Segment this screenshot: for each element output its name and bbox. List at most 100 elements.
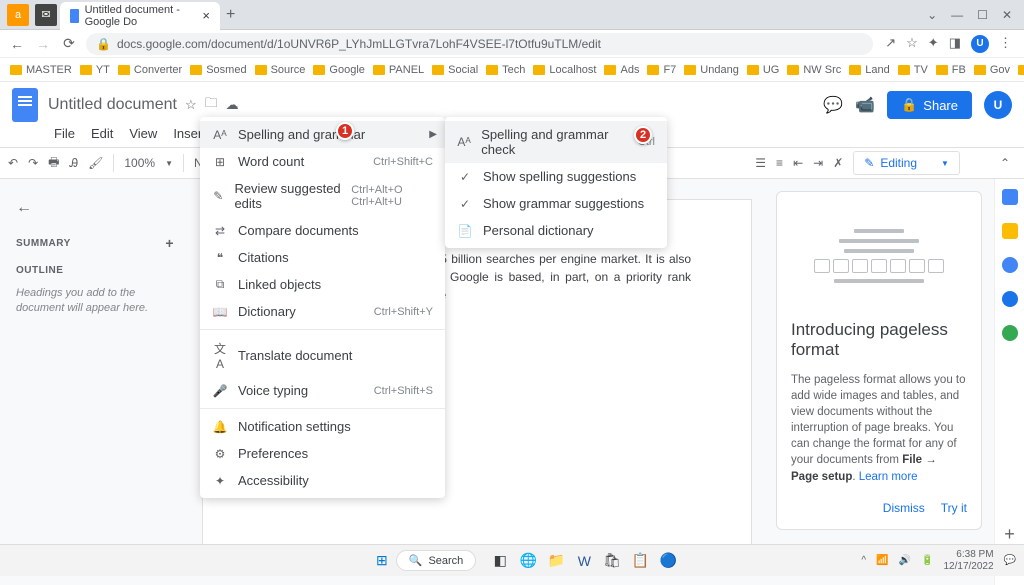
tools-word-count[interactable]: ⊞Word countCtrl+Shift+C <box>200 148 445 175</box>
minimize-icon[interactable]: ⌄ <box>927 8 937 22</box>
maximize-icon[interactable]: ☐ <box>977 8 988 22</box>
menu-file[interactable]: File <box>48 124 81 143</box>
bookmark[interactable]: F7 <box>647 64 676 76</box>
tools-accessibility[interactable]: ✦Accessibility <box>200 467 445 494</box>
store-icon[interactable]: 🛍 <box>602 551 622 571</box>
docs-logo-icon[interactable] <box>12 88 38 122</box>
menu-icon[interactable]: ⋮ <box>999 35 1012 53</box>
share-button[interactable]: 🔒 Share <box>887 91 972 119</box>
address-bar[interactable]: 🔒 docs.google.com/document/d/1oUNVR6P_LY… <box>86 33 873 55</box>
reload-button[interactable]: ⟳ <box>60 35 78 52</box>
bookmark[interactable]: Localhost <box>533 64 596 76</box>
tasks-icon[interactable] <box>1002 257 1018 273</box>
mail-icon[interactable]: ✉ <box>35 4 57 26</box>
taskbar-search[interactable]: 🔍Search <box>396 550 477 571</box>
bookmark[interactable]: TV <box>898 64 928 76</box>
submenu-spellgrammar-check[interactable]: AᴬSpelling and grammar checkCtrl <box>445 121 667 163</box>
submenu-show-spelling[interactable]: ✓Show spelling suggestions <box>445 163 667 190</box>
bookmark[interactable]: Google <box>313 64 364 76</box>
bookmark[interactable]: Land <box>849 64 889 76</box>
volume-icon[interactable]: 🔊 <box>899 555 911 566</box>
amazon-icon[interactable]: a <box>7 4 29 26</box>
paint-icon[interactable]: 🖌 <box>88 156 103 170</box>
add-summary-icon[interactable]: + <box>165 235 174 251</box>
bulleted-icon[interactable]: ☰ <box>755 156 766 170</box>
close-icon[interactable]: × <box>202 8 210 23</box>
battery-icon[interactable]: 🔋 <box>921 555 933 566</box>
browser-tab[interactable]: Untitled document - Google Do × <box>60 2 220 30</box>
chrome-icon[interactable]: 🔵 <box>658 551 678 571</box>
clear-format-icon[interactable]: ✗ <box>833 156 843 170</box>
back-icon[interactable]: ← <box>16 199 174 217</box>
tools-spelling-grammar[interactable]: AᴬSpelling and grammar▶ <box>200 121 445 148</box>
editing-mode[interactable]: ✎ Editing ▼ <box>853 151 960 175</box>
menu-edit[interactable]: Edit <box>85 124 119 143</box>
tray-chevron-icon[interactable]: ^ <box>861 555 866 566</box>
bookmark[interactable]: Undang <box>684 64 739 76</box>
tools-review-edits[interactable]: ✎Review suggested editsCtrl+Alt+O Ctrl+A… <box>200 175 445 217</box>
tools-preferences[interactable]: ⚙Preferences <box>200 440 445 467</box>
bookmark[interactable]: PANEL <box>373 64 424 76</box>
bookmark[interactable]: MASTER <box>10 64 72 76</box>
tools-linked-objects[interactable]: ⧉Linked objects <box>200 271 445 298</box>
forward-button[interactable]: → <box>34 36 52 52</box>
menu-view[interactable]: View <box>123 124 163 143</box>
zoom-select[interactable]: 100% <box>124 156 155 170</box>
notes-icon[interactable]: 📋 <box>630 551 650 571</box>
tools-voice-typing[interactable]: 🎤Voice typingCtrl+Shift+S <box>200 377 445 404</box>
submenu-show-grammar[interactable]: ✓Show grammar suggestions <box>445 190 667 217</box>
bookmark[interactable]: UG <box>747 64 780 76</box>
indent-dec-icon[interactable]: ⇤ <box>793 156 803 170</box>
star-icon[interactable]: ☆ <box>185 97 197 113</box>
tools-translate[interactable]: 文ATranslate document <box>200 334 445 377</box>
edge-icon[interactable]: 🌐 <box>518 551 538 571</box>
notifications-icon[interactable]: 💬 <box>1004 555 1016 566</box>
bookmark[interactable]: Converter <box>118 64 182 76</box>
undo-icon[interactable]: ↶ <box>8 156 18 170</box>
try-it-button[interactable]: Try it <box>941 501 967 515</box>
learn-more-link[interactable]: Learn more <box>859 471 918 483</box>
document-title[interactable]: Untitled document <box>48 96 177 114</box>
keep-icon[interactable] <box>1002 223 1018 239</box>
back-button[interactable]: ← <box>8 36 26 52</box>
indent-inc-icon[interactable]: ⇥ <box>813 156 823 170</box>
tools-notifications[interactable]: 🔔Notification settings <box>200 413 445 440</box>
bookmark[interactable]: NW Src <box>787 64 841 76</box>
taskview-icon[interactable]: ◧ <box>490 551 510 571</box>
add-icon[interactable]: + <box>1004 524 1015 545</box>
bookmark[interactable]: Social <box>432 64 478 76</box>
start-icon[interactable]: ⊞ <box>376 552 388 569</box>
tools-compare[interactable]: ⇄Compare documents <box>200 217 445 244</box>
bookmark[interactable]: FB <box>936 64 966 76</box>
numbered-icon[interactable]: ≡ <box>776 156 783 170</box>
tools-citations[interactable]: ❝Citations <box>200 244 445 271</box>
comments-icon[interactable]: 💬 <box>823 95 843 115</box>
minimize-icon[interactable]: — <box>951 8 963 22</box>
contacts-icon[interactable] <box>1002 291 1018 307</box>
cloud-icon[interactable]: ☁ <box>226 97 239 113</box>
share-icon[interactable]: ↗ <box>885 35 896 53</box>
dismiss-button[interactable]: Dismiss <box>883 501 925 515</box>
bookmark[interactable]: Source <box>255 64 306 76</box>
panel-icon[interactable]: ◨ <box>949 35 961 53</box>
explorer-icon[interactable]: 📁 <box>546 551 566 571</box>
new-tab-button[interactable]: + <box>226 6 235 24</box>
meet-icon[interactable]: 📹 <box>855 95 875 115</box>
word-icon[interactable]: W <box>574 551 594 571</box>
calendar-icon[interactable] <box>1002 189 1018 205</box>
bookmark[interactable]: Sosmed <box>190 64 246 76</box>
bookmark[interactable]: YT <box>80 64 110 76</box>
wifi-icon[interactable]: 📶 <box>876 555 888 566</box>
move-icon[interactable]: 🗀 <box>205 94 218 116</box>
bookmark[interactable]: Tech <box>486 64 525 76</box>
tools-dictionary[interactable]: 📖DictionaryCtrl+Shift+Y <box>200 298 445 325</box>
profile-avatar[interactable]: U <box>971 35 989 53</box>
submenu-personal-dictionary[interactable]: 📄Personal dictionary <box>445 217 667 244</box>
spellcheck-icon[interactable]: Ꭿ <box>69 156 78 171</box>
maps-icon[interactable] <box>1002 325 1018 341</box>
star-icon[interactable]: ☆ <box>906 35 918 53</box>
close-window-icon[interactable]: ✕ <box>1002 8 1012 22</box>
clock[interactable]: 6:38 PM 12/17/2022 <box>943 549 993 573</box>
collapse-icon[interactable]: ⌃ <box>1000 156 1010 170</box>
bookmark[interactable]: Ads <box>604 64 639 76</box>
